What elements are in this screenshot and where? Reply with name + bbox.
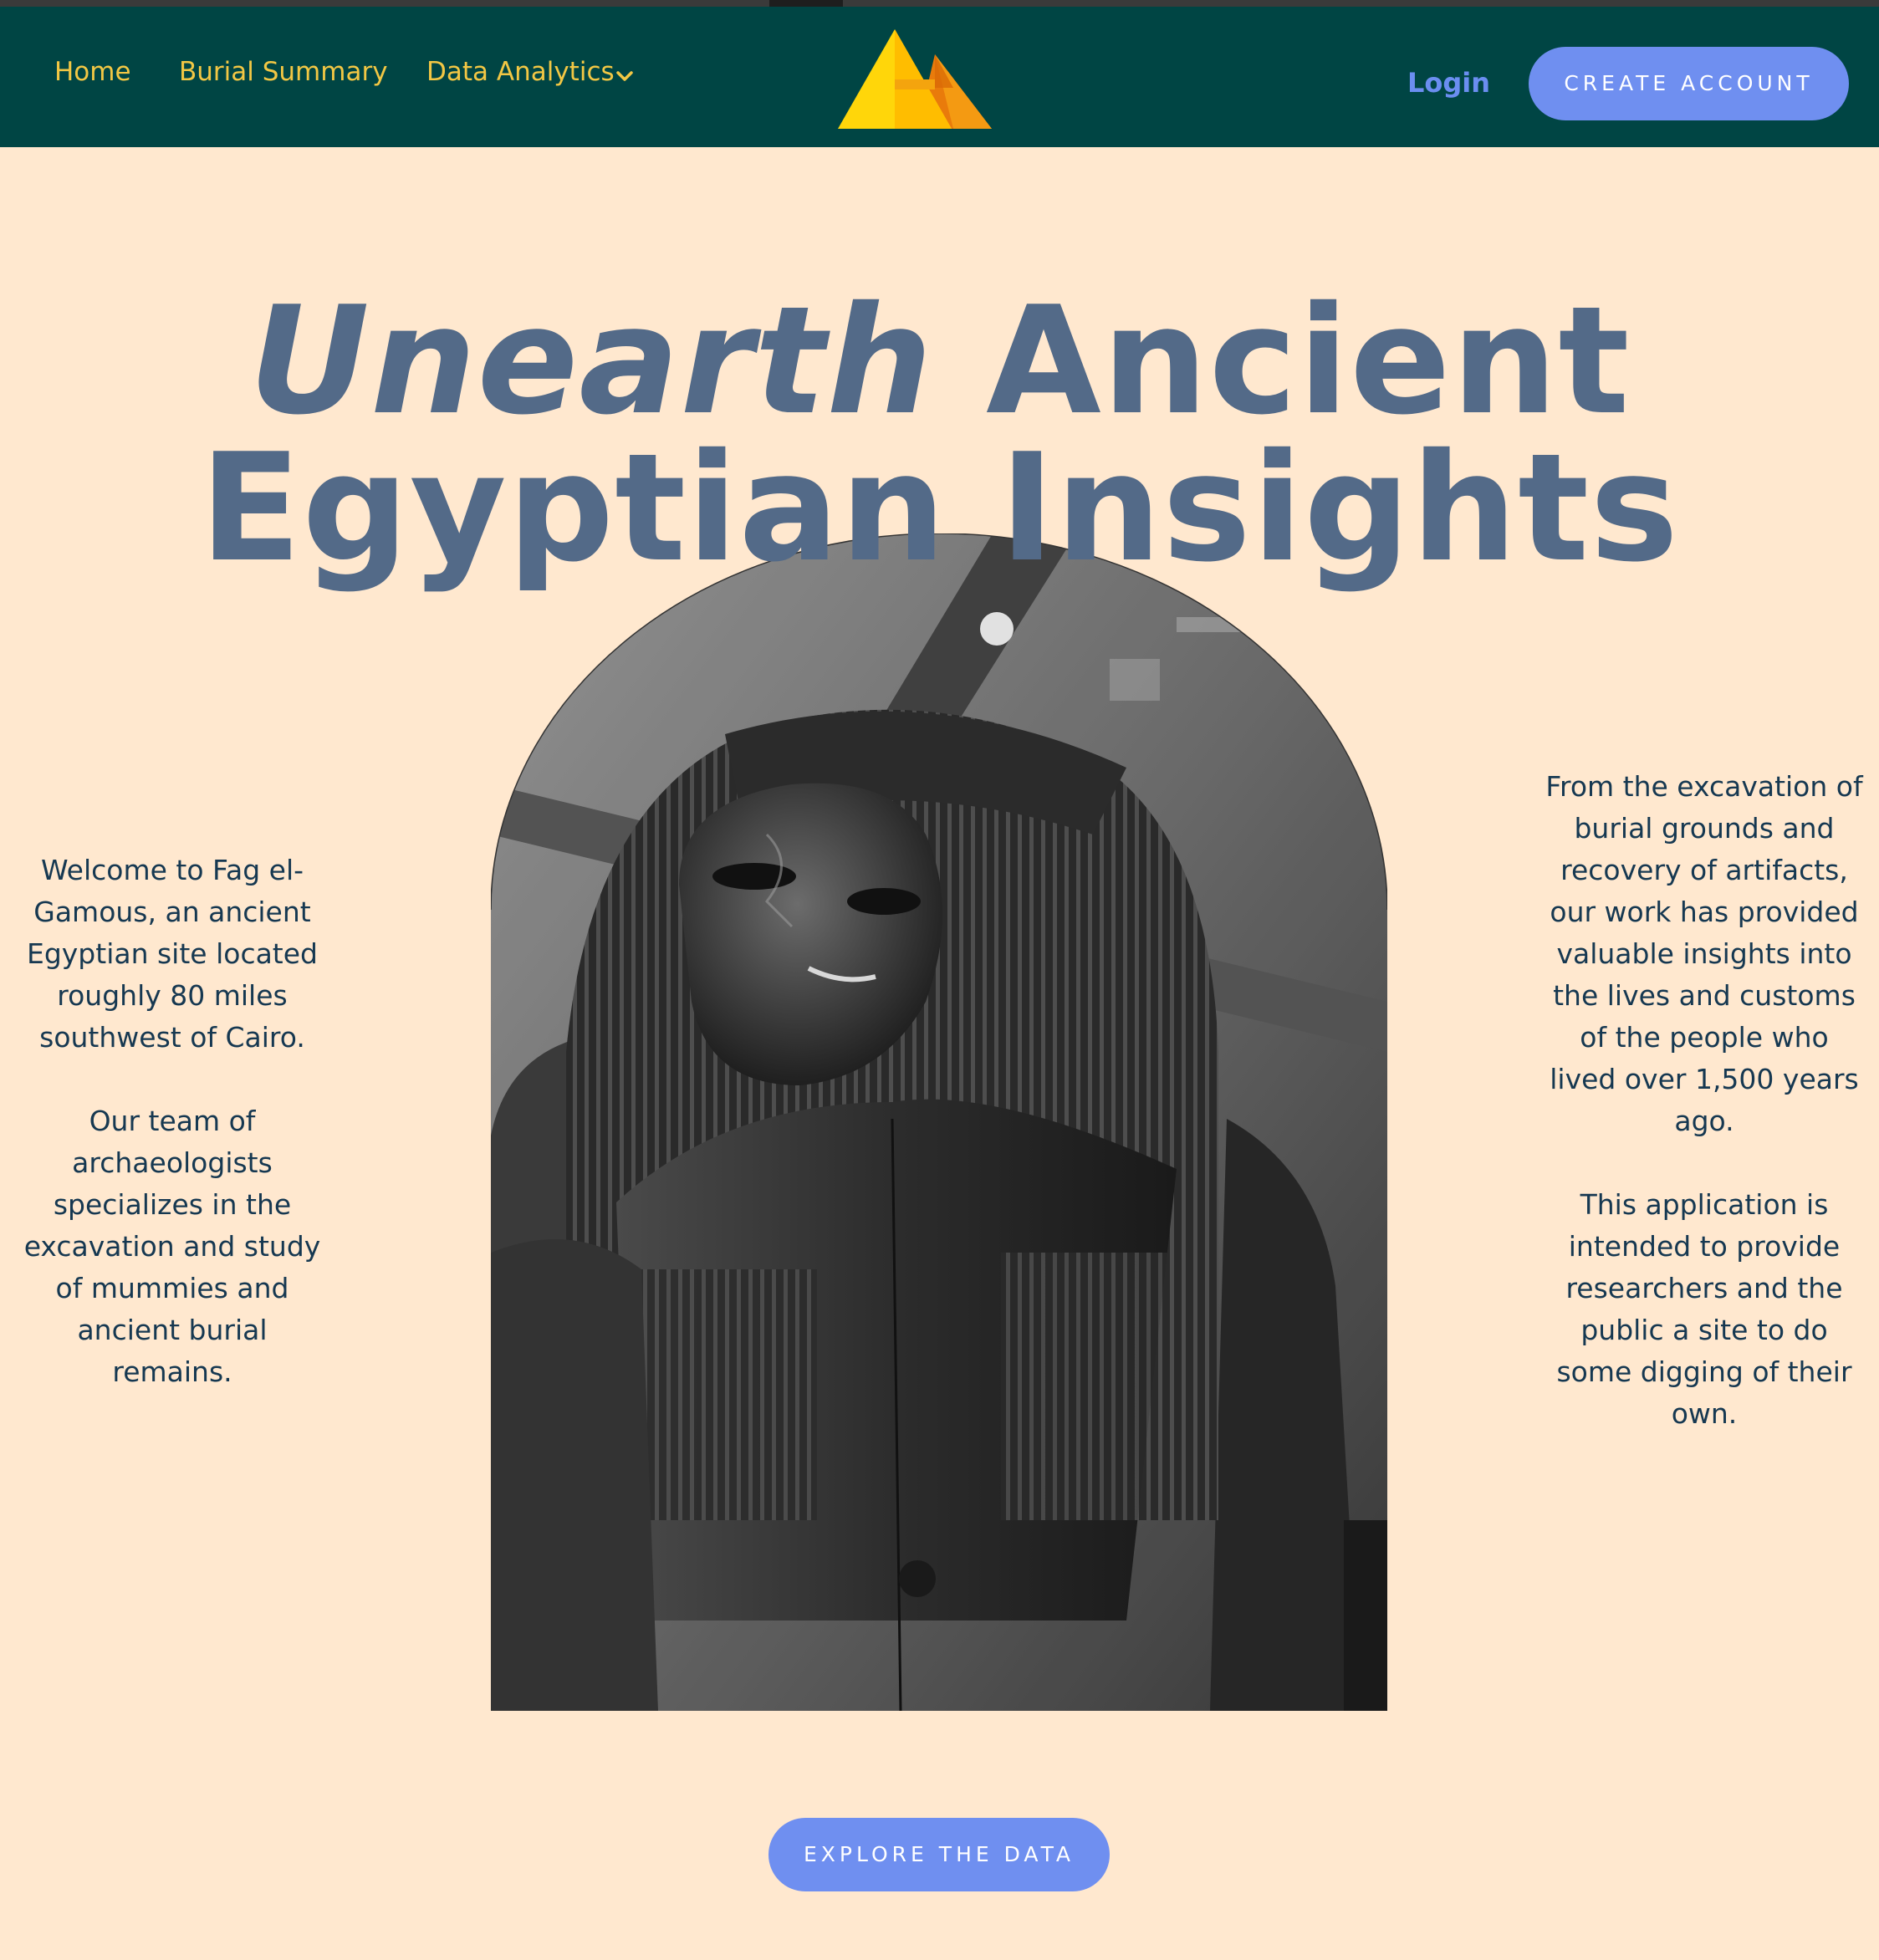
- explore-data-button[interactable]: EXPLORE THE DATA: [768, 1818, 1110, 1891]
- chevron-down-icon[interactable]: [615, 70, 634, 82]
- hero-headline: Unearth Ancient Egyptian Insights: [0, 287, 1879, 595]
- nav-home-link[interactable]: Home: [54, 55, 131, 89]
- pyramids-logo-icon[interactable]: [836, 29, 992, 132]
- create-account-button[interactable]: CREATE ACCOUNT: [1529, 47, 1849, 120]
- top-navbar: Home Burial Summary Data Analytics Login…: [0, 7, 1879, 147]
- nav-data-analytics-link[interactable]: Data Analytics: [426, 55, 615, 89]
- browser-tab-indicator: [769, 0, 843, 7]
- headline-line2: Egyptian Insights: [199, 421, 1680, 595]
- intro-paragraph-2: Our team of archaeologists specializes i…: [23, 1105, 321, 1388]
- intro-right-column: From the excavation of burial grounds an…: [1545, 766, 1863, 1435]
- browser-top-strip: [0, 0, 1879, 7]
- intro-left-column: Welcome to Fag el-Gamous, an ancient Egy…: [13, 850, 331, 1393]
- intro-paragraph-1: Welcome to Fag el-Gamous, an ancient Egy…: [26, 854, 318, 1054]
- sarcophagus-photo: [491, 533, 1387, 1711]
- insights-paragraph-2: This application is intended to provide …: [1556, 1188, 1852, 1430]
- nav-burial-summary-link[interactable]: Burial Summary: [179, 55, 388, 89]
- insights-paragraph-1: From the excavation of burial grounds an…: [1545, 770, 1863, 1137]
- login-link[interactable]: Login: [1407, 65, 1490, 100]
